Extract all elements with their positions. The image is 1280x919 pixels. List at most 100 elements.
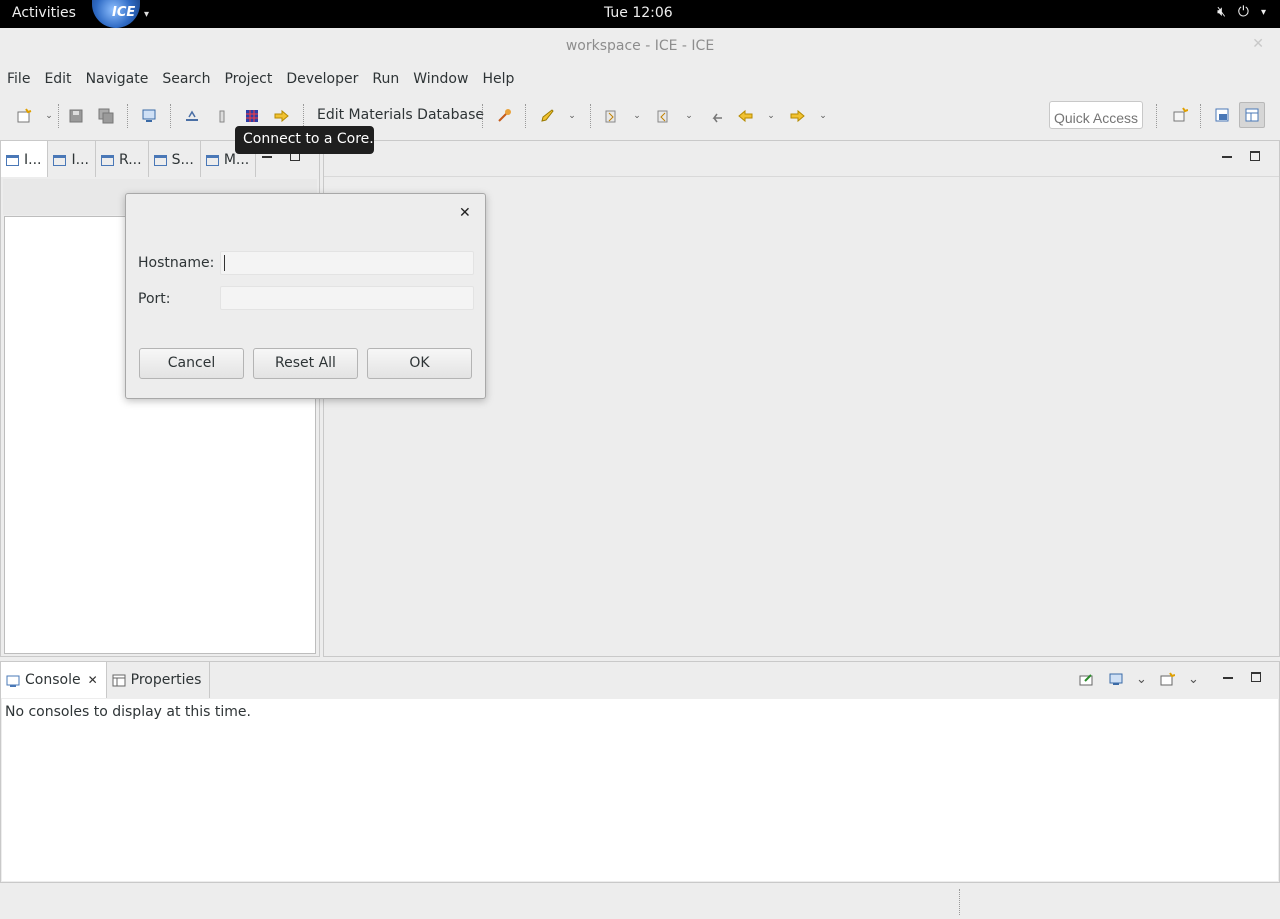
view-tabs: I... I... R... S... M... [1,141,257,177]
reset-all-button[interactable]: Reset All [253,348,358,379]
minimize-icon[interactable] [1223,677,1233,680]
bottom-view-controls [1223,672,1261,682]
tab-label: M... [223,152,250,168]
minimize-icon[interactable] [262,156,272,159]
window-icon [205,155,219,166]
next-annotation-icon[interactable] [601,106,621,126]
window-title: workspace - ICE - ICE [565,38,715,54]
monitor-icon[interactable] [139,106,159,126]
port-field[interactable] [220,286,474,310]
display-console-icon[interactable] [1109,672,1124,691]
editor-controls [1222,151,1260,161]
last-edit-location-icon[interactable] [706,106,726,126]
forward-arrow-icon[interactable] [788,106,808,126]
maximize-icon[interactable] [1250,151,1260,161]
editor-area-header [324,141,1279,177]
status-divider [959,889,960,915]
menu-help[interactable]: Help [475,66,521,94]
chevron-down-icon[interactable]: ⌄ [1136,672,1147,687]
menu-navigate[interactable]: Navigate [79,66,156,94]
tab-view-1[interactable]: I... [1,141,49,177]
back-arrow-icon[interactable] [736,106,756,126]
main-toolbar: ⌄ Edit Materials Database ⌄ ⌄ ⌄ ⌄ ⌄ Quic… [0,98,1280,134]
connect-dialog: ✕ Hostname: Port: Cancel Reset All OK [125,193,486,399]
app-menu[interactable]: ICE ▾ [92,0,149,28]
close-icon[interactable]: ✕ [88,673,98,698]
menu-file[interactable]: File [0,66,37,94]
tab-view-4[interactable]: S... [149,141,201,177]
save-icon[interactable] [66,106,86,126]
menu-search[interactable]: Search [155,66,217,94]
chevron-down-icon: ▾ [1260,7,1266,18]
console-icon [6,675,20,687]
minimize-icon[interactable] [1222,156,1232,159]
launch-rocket-icon[interactable] [537,106,557,126]
tooltip: Connect to a Core. [235,126,374,154]
chevron-down-icon: ▾ [144,8,150,20]
tab-label: I... [71,152,89,168]
chevron-down-icon[interactable]: ⌄ [817,106,829,126]
tab-properties[interactable]: Properties [107,662,211,698]
volume-muted-icon: 🔇︎ [1217,4,1226,20]
status-bar [0,884,1280,919]
system-top-bar: Activities ICE ▾ Tue 12:06 🔇︎ ⏻ ▾ [0,0,1280,28]
chevron-down-icon[interactable]: ⌄ [43,106,55,126]
tab-label: Properties [130,672,202,688]
window-icon [53,155,67,166]
properties-icon [112,674,126,687]
previous-annotation-icon[interactable] [653,106,673,126]
ok-button[interactable]: OK [367,348,472,379]
chevron-down-icon[interactable]: ⌄ [631,106,643,126]
connect-arrow-icon[interactable] [272,106,292,126]
maximize-icon[interactable] [1251,672,1261,682]
chevron-down-icon[interactable]: ⌄ [765,106,777,126]
window-close-icon[interactable]: ✕ [1252,36,1264,52]
activities-button[interactable]: Activities [12,5,76,21]
build-icon[interactable] [494,106,514,126]
tab-console[interactable]: Console ✕ [1,662,107,698]
hostname-field[interactable] [220,251,474,275]
tab-view-3[interactable]: R... [96,141,149,177]
menu-bar: File Edit Navigate Search Project Develo… [0,66,1280,94]
hostname-label: Hostname: [138,255,215,271]
save-all-icon[interactable] [96,106,116,126]
system-status-area[interactable]: 🔇︎ ⏻ ▾ [1217,4,1266,20]
quick-access-input[interactable] [1049,101,1143,129]
perspective-ice-icon[interactable] [1209,102,1235,128]
console-empty-message: No consoles to display at this time. [5,704,251,720]
pin-console-icon[interactable] [1079,672,1094,691]
new-icon[interactable] [14,106,34,126]
text-cursor [224,255,225,271]
chevron-down-icon[interactable]: ⌄ [1188,672,1199,687]
tab-label: S... [171,152,194,168]
menu-window[interactable]: Window [406,66,475,94]
import-icon[interactable] [182,106,202,126]
tab-view-2[interactable]: I... [48,141,96,177]
power-icon: ⏻ [1237,4,1249,20]
grid-table-icon[interactable] [242,106,262,126]
clock[interactable]: Tue 12:06 [604,5,673,21]
window-icon [153,155,167,166]
menu-project[interactable]: Project [217,66,279,94]
tab-label: I... [24,152,42,168]
tab-label: Console [25,672,81,688]
chevron-down-icon[interactable]: ⌄ [566,106,578,126]
cancel-button[interactable]: Cancel [139,348,244,379]
tab-label: R... [118,152,142,168]
bottom-view-stack: Console ✕ Properties ⌄ ⌄ No consoles to … [0,661,1280,883]
console-content[interactable]: No consoles to display at this time. [2,699,1278,881]
chevron-down-icon[interactable]: ⌄ [683,106,695,126]
port-label: Port: [138,291,171,307]
menu-edit[interactable]: Edit [37,66,78,94]
open-perspective-icon[interactable] [1167,102,1193,128]
bottle-icon[interactable] [212,106,232,126]
edit-materials-database-button[interactable]: Edit Materials Database [317,107,484,123]
menu-developer[interactable]: Developer [279,66,365,94]
window-icon [6,155,19,166]
open-console-icon[interactable] [1160,672,1176,691]
menu-run[interactable]: Run [365,66,406,94]
close-icon[interactable]: ✕ [459,205,471,221]
bottom-tabs: Console ✕ Properties [1,662,211,698]
ice-logo-icon: ICE [92,0,140,28]
perspective-resource-icon[interactable] [1239,102,1265,128]
